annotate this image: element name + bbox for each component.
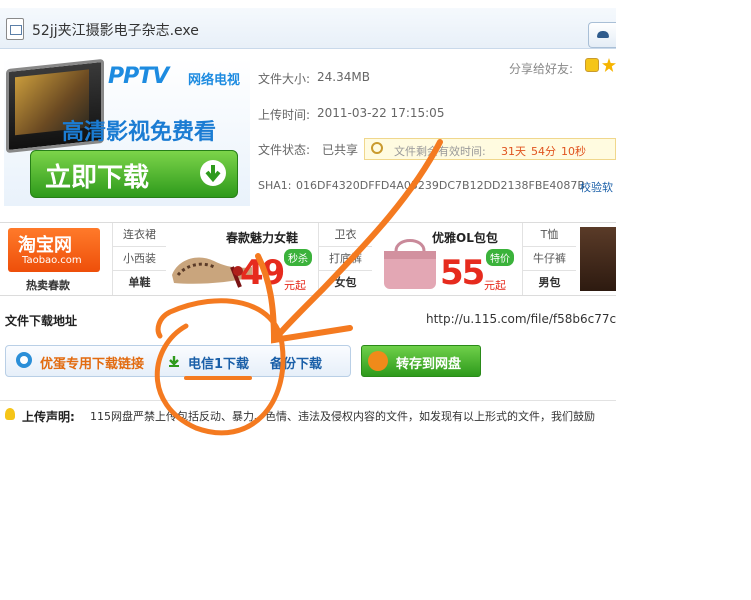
expiry-timer: 文件剩余有效时间: 31天 54分 10秒 <box>364 138 616 160</box>
timer-seconds: 10秒 <box>561 145 586 158</box>
upload-notice: 上传声明: 115网盘严禁上传包括反动、暴力、色情、违法及侵权内容的文件，如发现… <box>0 400 616 427</box>
pptv-logo: PPTV <box>108 64 169 89</box>
save-to-netdisk-button[interactable]: 转存到网盘 <box>361 345 481 377</box>
promo-tag: 特价 <box>486 249 514 266</box>
promo-price: 55 <box>440 253 485 293</box>
share-smile-icon[interactable] <box>585 58 599 72</box>
save-arrow-icon <box>368 351 388 371</box>
download-address-title: 文件下载地址 <box>5 314 78 328</box>
file-share-page: 52jj夹江摄影电子杂志.exe PPTV 网络电视 高清影视免费看 立即下载 … <box>0 0 616 430</box>
youdan-icon <box>16 352 32 368</box>
category-link[interactable]: 男包 <box>522 271 576 295</box>
lightbulb-icon <box>5 408 15 420</box>
pptv-ad-banner[interactable]: PPTV 网络电视 高清影视免费看 立即下载 <box>4 58 250 206</box>
promo-title: 优雅OL包包 <box>432 231 498 245</box>
pptv-slogan: 高清影视免费看 <box>62 120 217 145</box>
timer-minutes: 54分 <box>531 145 556 158</box>
status-label: 文件状态: <box>258 143 311 157</box>
telecom-download-link[interactable]: 电信1下载 <box>188 353 249 372</box>
upload-time-label: 上传时间: <box>258 108 311 122</box>
verify-software-link[interactable]: 校验软 <box>580 179 613 195</box>
taobao-logo[interactable]: 淘宝网 Taobao.com <box>8 228 100 272</box>
promo-unit: 元起 <box>284 279 306 292</box>
category-link[interactable]: 牛仔裤 <box>522 247 576 271</box>
promo-unit: 元起 <box>484 279 506 292</box>
pptv-download-label: 立即下载 <box>45 163 150 193</box>
category-link[interactable]: 打底裤 <box>318 247 372 271</box>
backup-download-link[interactable]: 备份下载 <box>270 353 322 372</box>
notice-title: 上传声明: <box>22 410 75 424</box>
save-to-netdisk-label: 转存到网盘 <box>396 357 462 372</box>
size-label: 文件大小: <box>258 72 311 86</box>
upload-time-value: 2011-03-22 17:15:05 <box>317 106 445 120</box>
download-links-box: 优蛋专用下载链接 电信1下载 备份下载 <box>5 345 351 377</box>
timer-days: 31天 <box>501 145 526 158</box>
youdan-download-link[interactable]: 优蛋专用下载链接 <box>40 353 144 372</box>
category-link[interactable]: 小西装 <box>112 247 166 271</box>
pptv-logo-sub: 网络电视 <box>188 73 241 88</box>
taobao-logo-text: 淘宝网 <box>18 235 72 256</box>
taobao-ad-strip[interactable]: 淘宝网 Taobao.com 热卖春款 连衣裙 小西装 单鞋 春款魅力女鞋 秒杀… <box>0 222 616 296</box>
category-link[interactable]: 单鞋 <box>112 271 166 295</box>
exe-file-icon <box>6 18 24 40</box>
download-arrow-icon <box>169 356 179 367</box>
sha1-value: 016DF4320DFFD4A05239DC7B12DD2138FBE4087B <box>296 179 585 192</box>
title-bar: 52jj夹江摄影电子杂志.exe <box>0 8 616 49</box>
taobao-hot-label: 热卖春款 <box>26 279 70 292</box>
timer-label: 文件剩余有效时间: <box>394 145 486 158</box>
promo-tag: 秒杀 <box>284 249 312 266</box>
promo-title: 春款魅力女鞋 <box>226 231 299 245</box>
notice-text: 115网盘严禁上传包括反动、暴力、色情、违法及侵权内容的文件，如发现有以上形式的… <box>90 410 595 423</box>
category-link[interactable]: 连衣裙 <box>112 223 166 247</box>
share-label: 分享给好友: <box>509 62 574 76</box>
size-value: 24.34MB <box>317 70 370 84</box>
down-arrow-icon <box>200 160 226 186</box>
status-value: 已共享 <box>322 143 359 157</box>
category-link[interactable]: 女包 <box>318 271 372 295</box>
share-star-icon[interactable] <box>602 58 616 72</box>
pptv-download-button[interactable]: 立即下载 <box>30 150 238 198</box>
category-link[interactable]: 卫衣 <box>318 223 372 247</box>
menswear-product-image <box>580 227 616 291</box>
view-toggle-button[interactable] <box>588 22 616 48</box>
sha1-label: SHA1: <box>258 179 292 192</box>
promo-price: 49 <box>240 253 285 293</box>
download-address-row: 文件下载地址 http://u.115.com/file/f58b6c77c4 <box>0 306 616 332</box>
taobao-logo-url: Taobao.com <box>22 255 82 266</box>
clock-icon <box>371 142 383 154</box>
file-title: 52jj夹江摄影电子杂志.exe <box>32 23 199 39</box>
download-address-url[interactable]: http://u.115.com/file/f58b6c77c4 <box>426 312 616 326</box>
category-link[interactable]: T恤 <box>522 223 576 247</box>
